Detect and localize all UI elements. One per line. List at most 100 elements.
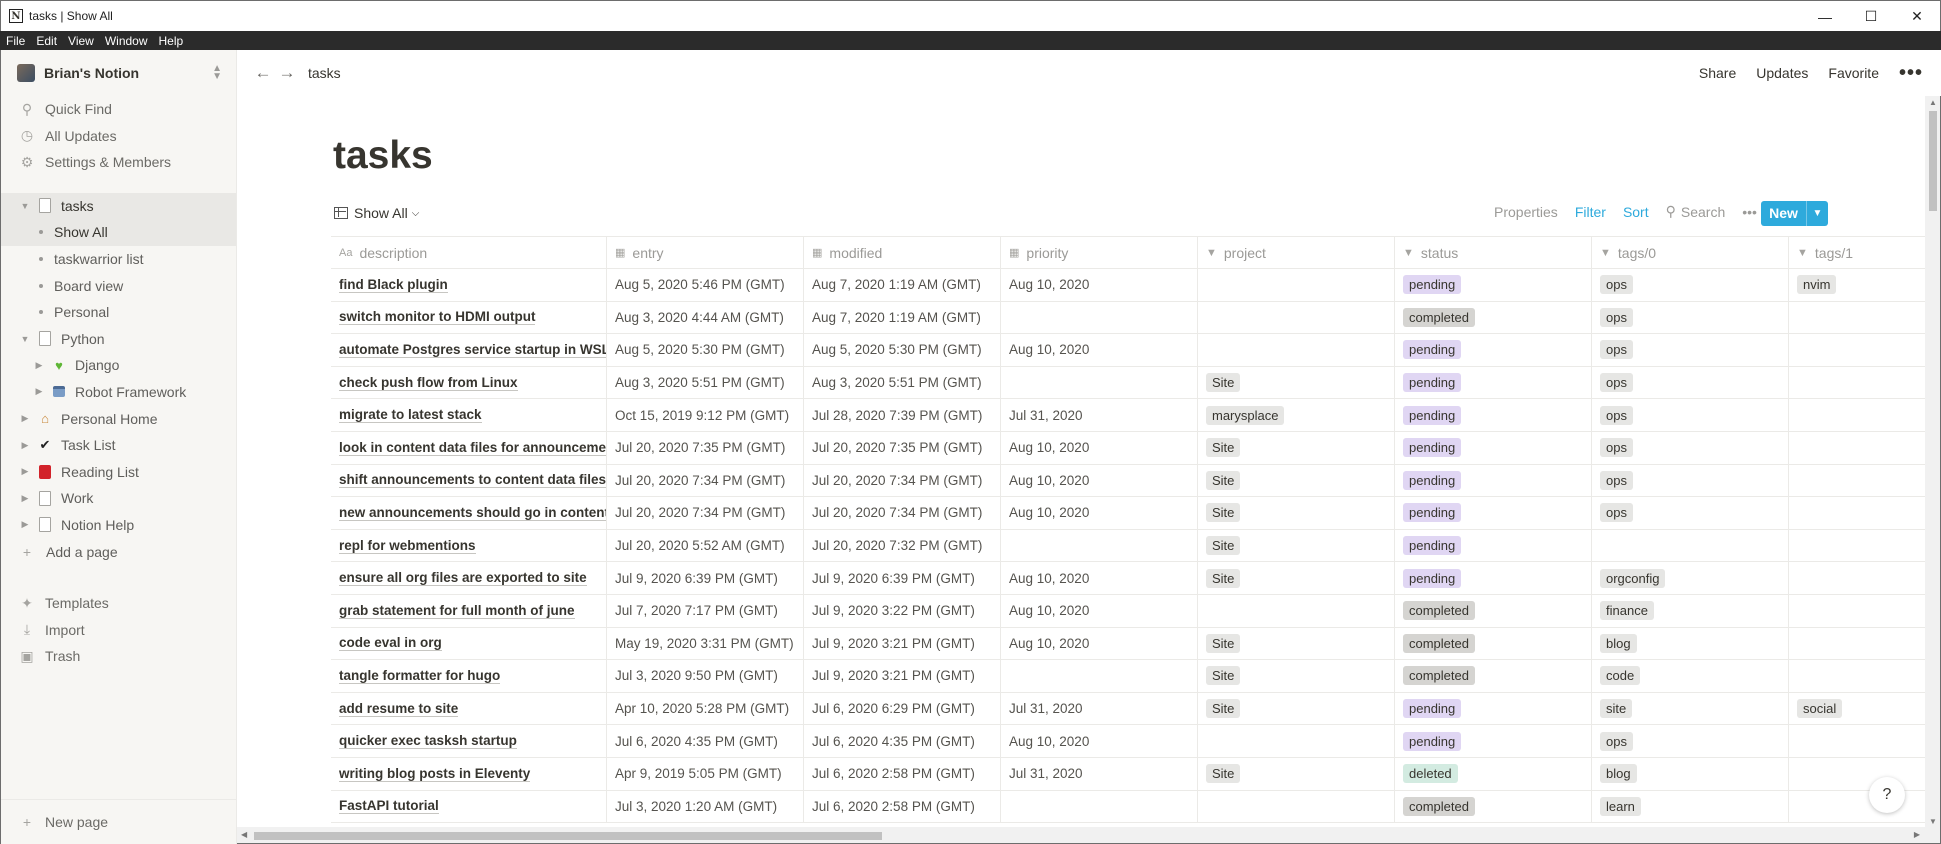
table-cell-priority[interactable]: Aug 10, 2020 (1001, 594, 1198, 627)
back-arrow-icon[interactable]: ← (251, 63, 275, 83)
column-header-status[interactable]: ▼ status (1395, 237, 1592, 268)
table-cell-project[interactable]: Site (1198, 757, 1395, 790)
search-icon[interactable]: ⚲ (1666, 203, 1676, 220)
properties-button[interactable]: Properties (1494, 204, 1558, 220)
table-row[interactable]: new announcements should go in content Ju… (331, 497, 1933, 530)
table-cell-project[interactable] (1198, 301, 1395, 334)
table-cell-entry[interactable]: Jul 9, 2020 6:39 PM (GMT) (607, 562, 804, 594)
table-cell-priority[interactable]: Aug 10, 2020 (1001, 464, 1198, 497)
table-cell-modified[interactable]: Aug 7, 2020 1:19 AM (GMT) (804, 269, 1001, 301)
column-header-project[interactable]: ▼ project (1198, 237, 1395, 268)
menu-view[interactable]: View (68, 34, 94, 48)
vertical-scrollbar[interactable]: ▲ ▼ (1925, 96, 1941, 828)
table-cell-priority[interactable]: Aug 10, 2020 (1001, 269, 1198, 301)
share-button[interactable]: Share (1699, 65, 1736, 81)
trash[interactable]: ▣ Trash (1, 643, 236, 670)
table-cell-tags-1[interactable]: social (1789, 693, 1933, 725)
toggle-expanded-icon[interactable]: ▼ (19, 201, 31, 211)
table-cell-project[interactable] (1198, 725, 1395, 757)
table-cell-modified[interactable]: Aug 7, 2020 1:19 AM (GMT) (804, 301, 1001, 334)
table-row[interactable]: tangle formatter for hugo Jul 3, 2020 9:5… (331, 660, 1933, 693)
table-row[interactable]: check push flow from Linux Aug 3, 2020 5:… (331, 366, 1933, 400)
table-cell-tags-1[interactable] (1789, 595, 1933, 627)
table-cell-priority[interactable]: Aug 10, 2020 (1001, 627, 1198, 660)
table-cell-modified[interactable]: Jul 9, 2020 3:21 PM (GMT) (804, 660, 1001, 692)
sidebar-item-personal[interactable]: Personal (1, 299, 236, 326)
table-cell-tags-1[interactable] (1789, 302, 1933, 334)
column-header-entry[interactable]: ▦ entry (607, 237, 804, 268)
scroll-down-icon[interactable]: ▼ (1929, 817, 1937, 826)
horizontal-scroll-thumb[interactable] (254, 832, 882, 840)
task-title-link[interactable]: switch monitor to HDMI output (339, 309, 536, 326)
table-cell-priority[interactable]: Aug 10, 2020 (1001, 431, 1198, 464)
table-row[interactable]: migrate to latest stack Oct 15, 2019 9:12… (331, 399, 1933, 432)
table-cell-tags-1[interactable] (1789, 758, 1933, 790)
table-cell-entry[interactable]: Jul 3, 2020 9:50 PM (GMT) (607, 660, 804, 692)
task-title-link[interactable]: look in content data files for announcem… (339, 440, 606, 456)
table-cell-tags-0[interactable]: ops (1592, 431, 1789, 464)
table-cell-status[interactable]: completed (1395, 660, 1592, 692)
table-cell-tags-0[interactable]: ops (1592, 301, 1789, 334)
scroll-left-icon[interactable]: ◀ (241, 830, 247, 839)
table-cell-description[interactable]: repl for webmentions (331, 529, 607, 562)
table-cell-description[interactable]: code eval in org (331, 627, 607, 660)
table-cell-priority[interactable] (1001, 301, 1198, 334)
table-cell-tags-0[interactable]: orgconfig (1592, 562, 1789, 594)
table-cell-description[interactable]: shift announcements to content data file… (331, 464, 607, 497)
table-cell-modified[interactable]: Aug 3, 2020 5:51 PM (GMT) (804, 366, 1001, 399)
table-cell-modified[interactable]: Jul 20, 2020 7:34 PM (GMT) (804, 464, 1001, 497)
table-row[interactable]: switch monitor to HDMI output Aug 3, 2020… (331, 301, 1933, 335)
close-button[interactable]: ✕ (1894, 1, 1940, 32)
table-cell-priority[interactable] (1001, 660, 1198, 692)
table-cell-modified[interactable]: Jul 9, 2020 6:39 PM (GMT) (804, 562, 1001, 594)
toggle-collapsed-icon[interactable]: ▶ (19, 493, 31, 504)
task-title-link[interactable]: shift announcements to content data file… (339, 472, 606, 489)
table-cell-tags-0[interactable]: ops (1592, 269, 1789, 301)
sidebar-item-show-all[interactable]: Show All (1, 219, 236, 246)
table-cell-description[interactable]: tangle formatter for hugo (331, 660, 607, 692)
table-cell-status[interactable]: completed (1395, 594, 1592, 627)
table-cell-description[interactable]: grab statement for full month of june (331, 594, 607, 627)
sidebar-item-taskwarrior-list[interactable]: taskwarrior list (1, 246, 236, 273)
task-title-link[interactable]: code eval in org (339, 635, 442, 652)
toggle-collapsed-icon[interactable]: ▶ (19, 519, 31, 530)
table-cell-tags-0[interactable]: ops (1592, 366, 1789, 399)
table-cell-tags-1[interactable] (1789, 660, 1933, 692)
table-cell-tags-0[interactable]: learn (1592, 790, 1789, 823)
table-cell-entry[interactable]: Aug 5, 2020 5:30 PM (GMT) (607, 334, 804, 366)
table-cell-description[interactable]: look in content data files for announcem… (331, 431, 607, 464)
table-cell-tags-0[interactable]: ops (1592, 334, 1789, 366)
chevron-down-icon[interactable]: ▼ (1807, 201, 1828, 226)
table-row[interactable]: automate Postgres service startup in WSL… (331, 334, 1933, 367)
table-cell-description[interactable]: check push flow from Linux (331, 366, 607, 399)
filter-button[interactable]: Filter (1575, 204, 1606, 220)
task-title-link[interactable]: check push flow from Linux (339, 375, 518, 391)
table-cell-entry[interactable]: Jul 20, 2020 7:34 PM (GMT) (607, 497, 804, 529)
maximize-button[interactable]: ☐ (1848, 1, 1894, 32)
table-cell-description[interactable]: writing blog posts in Eleventy (331, 757, 607, 790)
table-cell-status[interactable]: pending (1395, 399, 1592, 431)
forward-arrow-icon[interactable]: → (275, 63, 299, 83)
table-cell-tags-1[interactable] (1789, 334, 1933, 366)
toggle-collapsed-icon[interactable]: ▶ (19, 466, 31, 477)
all-updates[interactable]: ◷ All Updates (1, 123, 236, 150)
sidebar-item-task-list[interactable]: ▶ ✔ Task List (1, 432, 236, 459)
table-cell-project[interactable]: Site (1198, 627, 1395, 660)
updates-button[interactable]: Updates (1756, 65, 1808, 81)
search-button[interactable]: Search (1681, 204, 1725, 220)
toggle-collapsed-icon[interactable]: ▶ (19, 440, 31, 451)
table-cell-tags-1[interactable] (1789, 791, 1933, 823)
table-row[interactable]: FastAPI tutorial Jul 3, 2020 1:20 AM (GMT… (331, 790, 1933, 824)
task-title-link[interactable]: writing blog posts in Eleventy (339, 766, 531, 782)
table-cell-modified[interactable]: Jul 20, 2020 7:34 PM (GMT) (804, 497, 1001, 529)
breadcrumb[interactable]: tasks (308, 65, 341, 81)
table-cell-priority[interactable] (1001, 790, 1198, 823)
table-cell-status[interactable]: pending (1395, 497, 1592, 529)
import[interactable]: ⤓ Import (1, 617, 236, 644)
table-cell-status[interactable]: pending (1395, 334, 1592, 366)
vertical-scroll-thumb[interactable] (1929, 111, 1937, 211)
table-cell-entry[interactable]: Jul 20, 2020 7:34 PM (GMT) (607, 464, 804, 497)
task-title-link[interactable]: quicker exec tasksh startup (339, 733, 517, 750)
table-cell-tags-1[interactable] (1789, 530, 1933, 562)
toggle-collapsed-icon[interactable]: ▶ (33, 360, 45, 371)
